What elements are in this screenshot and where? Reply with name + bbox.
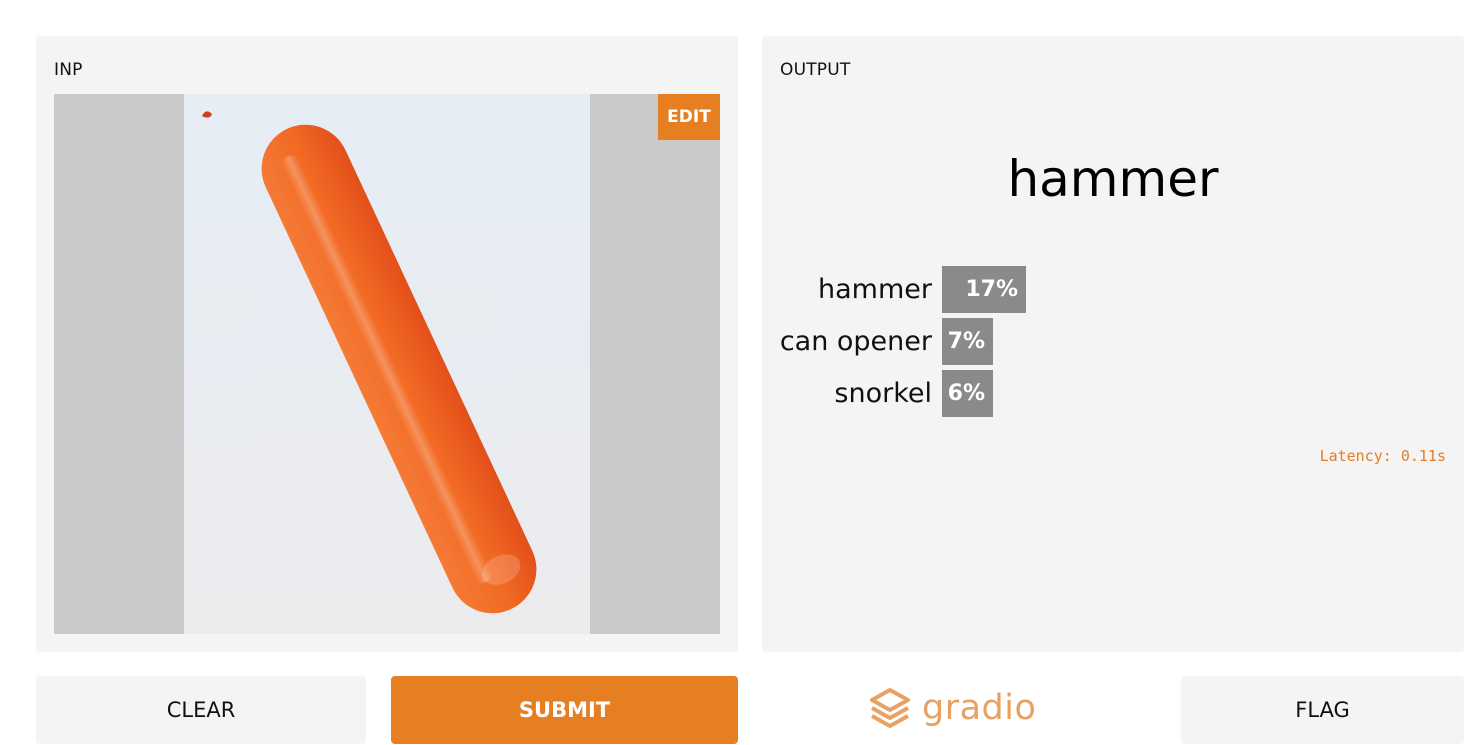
confidence-bar: 17% [942,265,1026,313]
confidence-list: hammer 17% can opener 7% snorkel 6% [762,263,1462,419]
gradio-logo-icon [870,688,910,728]
submit-button[interactable]: SUBMIT [391,676,738,744]
latency-text: Latency: 0.11s [1319,447,1446,465]
output-label: OUTPUT [780,60,851,80]
image-input[interactable]: EDIT [54,94,720,634]
confidence-label: snorkel [834,377,932,409]
confidence-bar: 7% [942,317,993,365]
confidence-row: snorkel 6% [762,367,1462,419]
confidence-row: can opener 7% [762,315,1462,367]
input-panel: INP EDIT [36,36,738,652]
confidence-bar: 6% [942,369,993,417]
confidence-label: can opener [779,325,932,357]
flag-button[interactable]: FLAG [1181,676,1464,744]
edit-button[interactable]: EDIT [658,94,720,140]
clear-button[interactable]: CLEAR [36,676,366,744]
balloon-image-icon [184,94,590,634]
gradio-brand-text: gradio [922,688,1037,728]
confidence-label: hammer [818,273,932,305]
gradio-brand: gradio [866,683,1036,733]
input-image [184,94,590,634]
confidence-row: hammer 17% [762,263,1462,315]
top-prediction-label: hammer [1007,150,1219,208]
output-panel: OUTPUT hammer hammer 17% can opener 7% s… [762,36,1464,652]
input-label: INP [54,60,83,80]
